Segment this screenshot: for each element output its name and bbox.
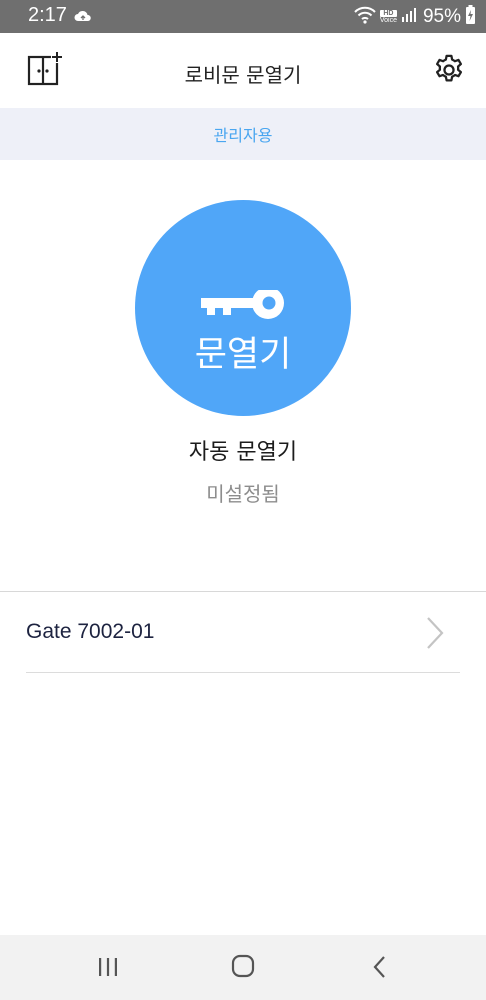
admin-banner[interactable]: 관리자용 [0,108,486,160]
gate-name: Gate 7002-01 [26,620,155,643]
app-bar: 로비문 문열기 [0,33,486,108]
wifi-icon [354,6,376,29]
hd-label: HD [379,10,397,17]
admin-label: 관리자용 [213,126,273,145]
auto-open-title: 자동 문열기 [188,440,298,465]
status-bar: 2:17 HD Voice 95% [0,0,486,33]
status-time: 2:17 [28,4,67,26]
home-icon[interactable] [231,954,255,982]
recent-apps-icon[interactable] [97,956,119,982]
gear-icon[interactable] [432,53,466,91]
key-icon [201,287,285,328]
open-door-label: 문열기 [194,335,292,375]
battery-percent: 95% [422,6,461,27]
page-title: 로비문 문열기 [184,63,302,87]
battery-charging-icon [465,4,476,30]
auto-open-status: 미설정됨 [206,482,280,506]
app-screen: 2:17 HD Voice 95% 로비문 문열기 관리자용 문열기 자동 문열… [0,0,486,1000]
system-nav-bar [0,935,486,1000]
hd-voice-icon: HD Voice [379,10,397,24]
chevron-right-icon [425,616,445,654]
gate-list-item[interactable]: Gate 7002-01 [0,592,486,672]
divider [26,672,460,673]
voice-label: Voice [379,17,397,24]
status-indicators: HD Voice 95% [354,4,476,30]
cloud-icon [74,9,92,27]
back-icon[interactable] [372,955,388,983]
open-door-button[interactable]: 문열기 [135,200,351,416]
signal-icon [401,7,417,28]
